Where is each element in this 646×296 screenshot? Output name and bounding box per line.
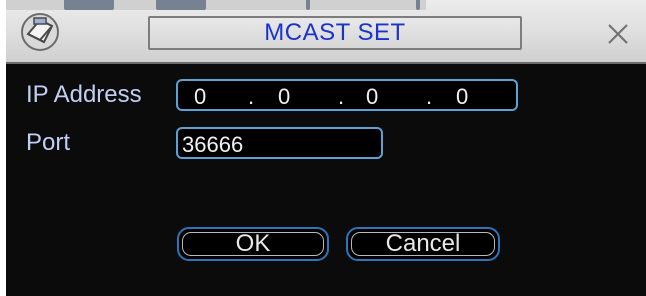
close-icon[interactable]	[604, 20, 632, 48]
ip-octet-1[interactable]: 0	[194, 84, 206, 110]
ip-address-label: IP Address	[26, 81, 142, 108]
ip-separator-2: .	[338, 84, 345, 109]
port-input[interactable]: 36666	[176, 127, 383, 159]
ip-octet-4[interactable]: 0	[456, 84, 468, 110]
port-value: 36666	[182, 132, 244, 157]
ip-separator-1: .	[248, 84, 255, 109]
cancel-button[interactable]: Cancel	[346, 227, 500, 261]
camera-icon	[21, 13, 59, 51]
title-bar: MCAST SET	[6, 0, 646, 64]
ip-separator-3: .	[426, 84, 433, 109]
cancel-button-label: Cancel	[385, 230, 461, 257]
ip-octet-2[interactable]: 0	[278, 84, 290, 110]
ip-address-input[interactable]: 0 . 0 . 0 . 0	[176, 79, 518, 111]
ok-button-label: OK	[235, 230, 271, 257]
ok-button[interactable]: OK	[177, 227, 329, 261]
title-box: MCAST SET	[148, 16, 522, 50]
dialog-title: MCAST SET	[264, 19, 406, 46]
background-window-strip	[6, 0, 426, 10]
ip-octet-3[interactable]: 0	[366, 84, 378, 110]
mcast-set-dialog: MCAST SET IP Address 0 . 0 . 0 . 0 Port …	[6, 0, 646, 296]
port-label: Port	[26, 129, 71, 156]
